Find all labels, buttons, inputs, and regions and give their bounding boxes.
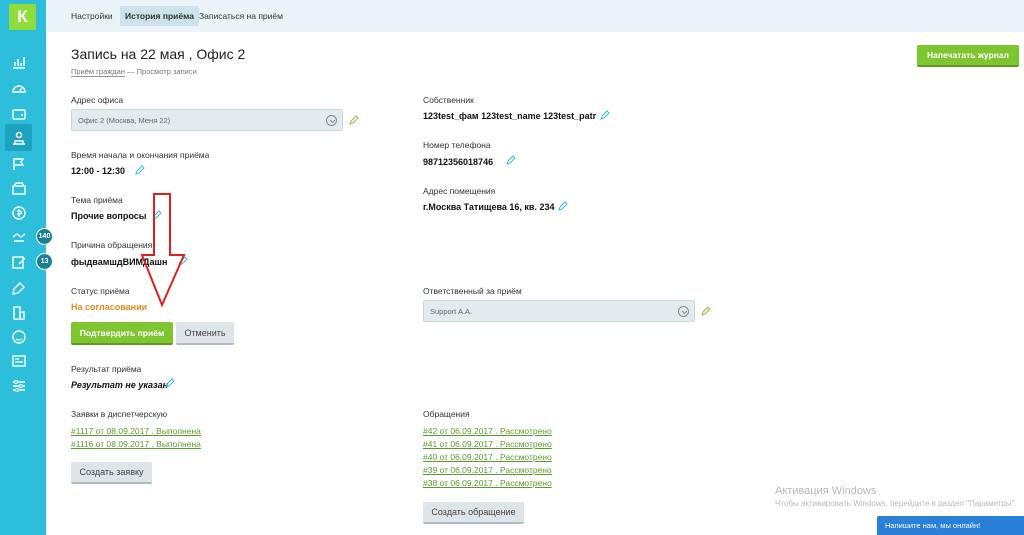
appeal-link[interactable]: #38 от 06.09.2017 . Рассмотрено bbox=[423, 478, 552, 488]
dispatch-link[interactable]: #1116 от 08.09.2017 . Выполнена bbox=[71, 439, 201, 449]
tab-settings[interactable]: Настройки bbox=[66, 6, 118, 26]
office-select[interactable]: Офис 2 (Москва, Меня 22) bbox=[71, 109, 343, 131]
owner-label: Собственник bbox=[423, 95, 474, 105]
building-icon[interactable] bbox=[9, 303, 29, 323]
appeals-label: Обращения bbox=[423, 409, 470, 419]
edit-pencil-icon[interactable] bbox=[506, 155, 516, 165]
breadcrumb-link[interactable]: Приём граждан bbox=[71, 67, 125, 77]
time-label: Время начала и окончания приёма bbox=[71, 150, 210, 160]
responsible-label: Ответственный за приём bbox=[423, 286, 522, 296]
dispatch-link[interactable]: #1117 от 08.09.2017 . Выполнена bbox=[71, 426, 201, 436]
tab-book-appointment[interactable]: Записаться на приём bbox=[194, 6, 288, 26]
breadcrumb-separator: — bbox=[127, 67, 135, 76]
dispatch-label: Заявки в диспетчерскую bbox=[71, 409, 168, 419]
chevron-down-icon bbox=[326, 115, 337, 126]
wallet-icon[interactable] bbox=[9, 104, 29, 124]
office-select-value: Офис 2 (Москва, Меня 22) bbox=[78, 115, 171, 125]
appeal-link[interactable]: #40 от 06.09.2017 . Рассмотрено bbox=[423, 452, 552, 462]
chat-widget-button[interactable]: Напишите нам, мы онлайн! bbox=[877, 516, 1024, 535]
top-navigation: Настройки История приёма Записаться на п… bbox=[46, 0, 1024, 32]
owner-value: 123test_фам 123test_name 123test_patr bbox=[423, 111, 597, 121]
box-icon[interactable] bbox=[9, 178, 29, 198]
newspaper-icon[interactable] bbox=[9, 351, 29, 371]
cancel-button[interactable]: Отменить bbox=[176, 322, 234, 345]
notification-badge: 140 bbox=[36, 228, 53, 245]
confirm-button[interactable]: Подтвердить приём bbox=[71, 322, 173, 345]
money-icon[interactable] bbox=[9, 203, 29, 223]
responsible-select[interactable]: Support A.A. bbox=[423, 300, 695, 322]
office-label: Адрес офиса bbox=[71, 95, 124, 105]
appeal-link[interactable]: #42 от 06.09.2017 . Рассмотрено bbox=[423, 426, 552, 436]
appeal-link[interactable]: #39 от 06.09.2017 . Рассмотрено bbox=[423, 465, 552, 475]
edit-pencil-icon[interactable] bbox=[135, 165, 145, 175]
result-value: Результат не указан bbox=[71, 380, 169, 390]
handshake-icon[interactable] bbox=[9, 227, 29, 247]
dashboard-icon[interactable] bbox=[9, 78, 29, 98]
notification-badge: 13 bbox=[36, 253, 53, 270]
settings-icon[interactable] bbox=[9, 376, 29, 396]
edit-icon[interactable] bbox=[9, 252, 29, 272]
breadcrumb: Приём граждан — Просмотр записи bbox=[71, 67, 197, 77]
edit-pencil-icon[interactable] bbox=[349, 115, 359, 125]
reception-icon[interactable] bbox=[5, 124, 32, 151]
windows-activation-title: Активация Windows bbox=[775, 485, 877, 497]
create-request-button[interactable]: Создать заявку bbox=[71, 462, 152, 484]
result-label: Результат приёма bbox=[71, 364, 142, 374]
status-value: На согласовании bbox=[71, 302, 148, 312]
create-appeal-button[interactable]: Создать обращение bbox=[423, 502, 524, 524]
annotation-arrow-icon bbox=[140, 193, 186, 308]
tab-history[interactable]: История приёма bbox=[120, 6, 200, 26]
topic-value: Прочие вопросы bbox=[71, 211, 147, 221]
breadcrumb-current: Просмотр записи bbox=[136, 67, 197, 76]
edit-pencil-icon[interactable] bbox=[165, 378, 175, 388]
phone-value: 98712356018746 bbox=[423, 157, 494, 167]
topic-label: Тема приёма bbox=[71, 195, 123, 205]
phone-label: Номер телефона bbox=[423, 140, 491, 150]
edit-pencil-icon[interactable] bbox=[600, 110, 610, 120]
edit-pencil-icon[interactable] bbox=[558, 201, 568, 211]
sidebar: К 140 13 bbox=[0, 0, 53, 535]
print-journal-button[interactable]: Напечатать журнал bbox=[917, 45, 1019, 67]
flag-icon[interactable] bbox=[9, 154, 29, 174]
time-value: 12:00 - 12:30 bbox=[71, 166, 126, 176]
responsible-select-value: Support A.A. bbox=[430, 306, 473, 316]
smile-icon[interactable] bbox=[9, 327, 29, 347]
tag-icon[interactable] bbox=[9, 278, 29, 298]
logo-letter: К bbox=[17, 7, 28, 26]
app-logo[interactable]: К bbox=[9, 4, 36, 30]
status-label: Статус приёма bbox=[71, 286, 130, 296]
page-title: Запись на 22 мая , Офис 2 bbox=[71, 46, 246, 62]
chevron-down-icon bbox=[678, 306, 689, 317]
appeal-link[interactable]: #41 от 06.09.2017 . Рассмотрено bbox=[423, 439, 552, 449]
edit-pencil-icon[interactable] bbox=[701, 306, 711, 316]
address-value: г.Москва Татищева 16, кв. 234 bbox=[423, 202, 555, 212]
windows-activation-text: Чтобы активировать Windows, перейдите в … bbox=[775, 499, 1017, 508]
address-label: Адрес помещения bbox=[423, 186, 496, 196]
chart-icon[interactable] bbox=[9, 52, 29, 72]
